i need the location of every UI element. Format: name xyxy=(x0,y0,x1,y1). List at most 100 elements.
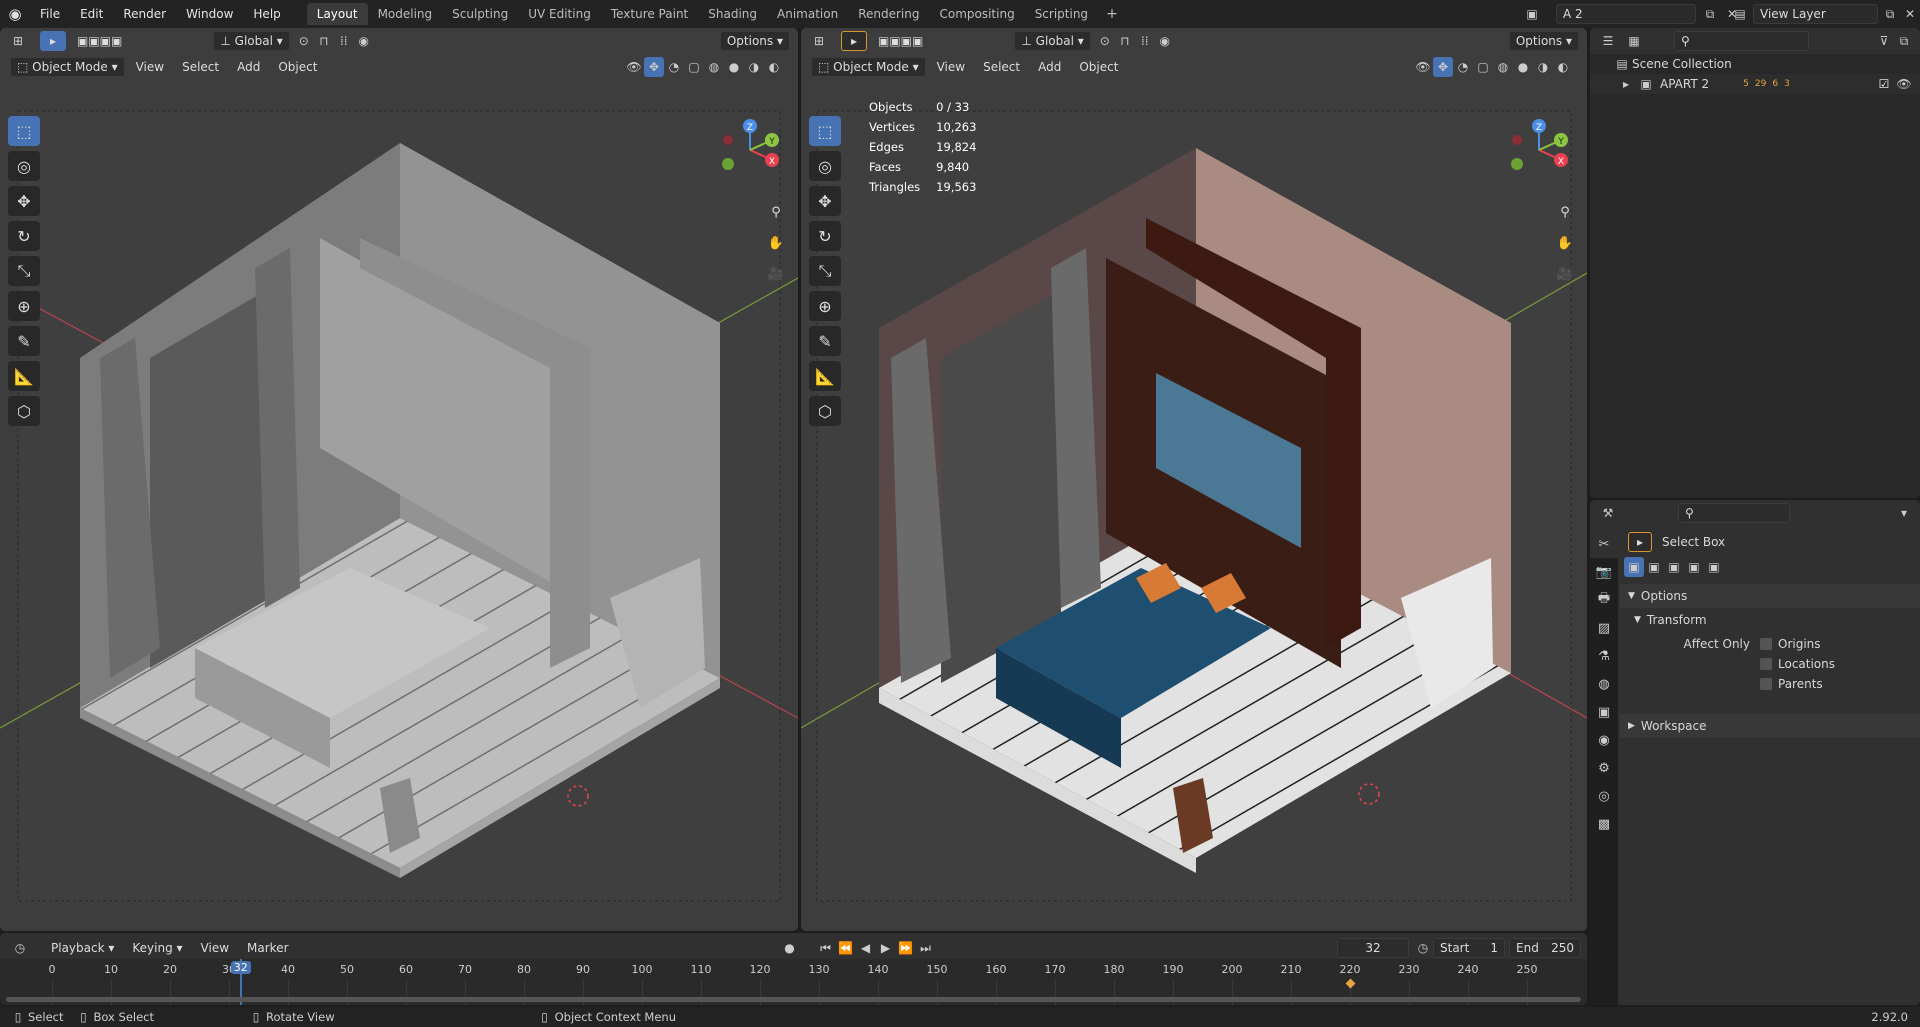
visibility-icon[interactable]: 👁 xyxy=(624,57,644,77)
transform-tool-icon[interactable]: ⊕ xyxy=(809,291,841,321)
render-tab-icon[interactable]: 📷 xyxy=(1590,558,1618,586)
rendered-shading-icon[interactable]: ◐ xyxy=(764,57,784,77)
navigation-gizmo[interactable]: Z X Y xyxy=(1507,118,1571,182)
transform-tool-icon[interactable]: ⊕ xyxy=(8,291,40,321)
mode-subtract-icon[interactable]: ▣ xyxy=(1664,557,1684,577)
record-icon[interactable]: ● xyxy=(780,938,800,958)
modifiers-tab-icon[interactable]: ◉ xyxy=(1590,726,1618,754)
jump-end-icon[interactable]: ⏭ xyxy=(916,938,936,958)
view-layer-tab-icon[interactable]: ▨ xyxy=(1590,614,1618,642)
editor-type-icon[interactable]: ⚒ xyxy=(1598,503,1618,523)
checkbox-icon[interactable]: ☑ xyxy=(1874,74,1894,94)
current-frame-field[interactable]: 32 xyxy=(1337,938,1409,958)
menu-file[interactable]: File xyxy=(30,0,70,28)
solid-shading-icon[interactable]: ● xyxy=(1513,57,1533,77)
eye-icon[interactable]: 👁 xyxy=(1894,74,1914,94)
viewport-right[interactable]: ⊞ ▸ ▣▣▣▣ ⊥ Global ▾ ⊙ ⊓ ⁞⁞ ◉ Options ▾ ⬚… xyxy=(801,28,1587,931)
select-box-tool-icon[interactable]: ⬚ xyxy=(809,116,841,146)
menu-window[interactable]: Window xyxy=(176,0,243,28)
solid-shading-icon[interactable]: ● xyxy=(724,57,744,77)
new-view-layer-icon[interactable]: ⧉ xyxy=(1880,4,1900,24)
clock-icon[interactable]: ◷ xyxy=(10,938,30,958)
options-dropdown[interactable]: Options ▾ xyxy=(719,31,790,51)
new-scene-icon[interactable]: ⧉ xyxy=(1700,4,1720,24)
material-shading-icon[interactable]: ◑ xyxy=(744,57,764,77)
selection-mode-icons[interactable]: ▣▣▣▣ xyxy=(70,31,129,51)
pan-hand-icon[interactable]: ✋ xyxy=(763,230,789,256)
blender-logo-icon[interactable]: ◉ xyxy=(0,0,30,28)
scene-icon[interactable]: ▣ xyxy=(1522,4,1542,24)
rendered-shading-icon[interactable]: ◐ xyxy=(1553,57,1573,77)
rotate-tool-icon[interactable]: ↻ xyxy=(8,221,40,251)
rotate-tool-icon[interactable]: ↻ xyxy=(809,221,841,251)
editor-type-icon[interactable]: ⊞ xyxy=(809,31,829,51)
proportional-edit-icon[interactable]: ◉ xyxy=(354,31,374,51)
editor-type-icon[interactable]: ☰ xyxy=(1598,31,1618,51)
snap-icon[interactable]: ⊓ xyxy=(1115,31,1135,51)
pivot-icon[interactable]: ⊙ xyxy=(294,31,314,51)
menu-select[interactable]: Select xyxy=(175,57,226,77)
keying-menu[interactable]: Keying ▾ xyxy=(125,938,189,958)
mode-dropdown[interactable]: ⬚ Object Mode ▾ xyxy=(10,57,125,77)
mode-difference-icon[interactable]: ▣ xyxy=(1684,557,1704,577)
transform-subsection-header[interactable]: ▼ Transform xyxy=(1634,608,1707,632)
timeline-view-menu[interactable]: View xyxy=(194,938,236,958)
options-section-header[interactable]: ▼ Options xyxy=(1620,584,1920,608)
scale-tool-icon[interactable]: ⤡ xyxy=(809,256,841,286)
output-tab-icon[interactable]: 🖶 xyxy=(1590,586,1618,614)
pivot-icon[interactable]: ⊙ xyxy=(1095,31,1115,51)
camera-icon[interactable]: 🎥 xyxy=(763,261,789,287)
menu-edit[interactable]: Edit xyxy=(70,0,113,28)
tab-layout[interactable]: Layout xyxy=(306,3,368,25)
cursor-tool-icon[interactable]: ◎ xyxy=(809,151,841,181)
view-layer-selector[interactable]: View Layer xyxy=(1753,4,1878,24)
end-frame-field[interactable]: End 250 xyxy=(1509,938,1581,958)
timeline-scrollbar[interactable] xyxy=(6,997,1581,1002)
outliner-row-scene-collection[interactable]: ▤ Scene Collection xyxy=(1612,54,1731,74)
overlays-icon[interactable]: ◔ xyxy=(664,57,684,77)
editor-type-icon[interactable]: ⊞ xyxy=(8,31,28,51)
view-layer-icon[interactable]: ▤ xyxy=(1730,4,1750,24)
add-cube-tool-icon[interactable]: ⬡ xyxy=(809,396,841,426)
next-keyframe-icon[interactable]: ⏩ xyxy=(896,938,916,958)
marker-menu[interactable]: Marker xyxy=(240,938,295,958)
wireframe-shading-icon[interactable]: ◍ xyxy=(1493,57,1513,77)
menu-view[interactable]: View xyxy=(129,57,171,77)
zoom-icon[interactable]: ⚲ xyxy=(763,199,789,225)
outliner-search-input[interactable]: ⚲ xyxy=(1674,31,1809,51)
menu-add[interactable]: Add xyxy=(1031,57,1068,77)
options-dropdown[interactable]: Options ▾ xyxy=(1508,31,1579,51)
add-workspace-button[interactable]: + xyxy=(1098,3,1126,25)
mode-extend-icon[interactable]: ▣ xyxy=(1644,557,1664,577)
zoom-icon[interactable]: ⚲ xyxy=(1552,199,1578,225)
outliner-row-apart2[interactable]: ▸ ▣ APART 2 5 29 6 3 ☑ 👁 xyxy=(1590,74,1920,94)
scale-tool-icon[interactable]: ⤡ xyxy=(8,256,40,286)
properties-search-input[interactable]: ⚲ xyxy=(1678,503,1790,523)
start-frame-field[interactable]: Start 1 xyxy=(1433,938,1505,958)
select-box-tool-icon[interactable]: ⬚ xyxy=(8,116,40,146)
object-tab-icon[interactable]: ▣ xyxy=(1590,698,1618,726)
orientation-dropdown[interactable]: ⊥ Global ▾ xyxy=(1014,31,1091,51)
particles-tab-icon[interactable]: ⚙ xyxy=(1590,754,1618,782)
selection-mode-icons[interactable]: ▣▣▣▣ xyxy=(871,31,930,51)
jump-start-icon[interactable]: ⏮ xyxy=(816,938,836,958)
keyframe-diamond[interactable] xyxy=(1345,978,1356,989)
move-tool-icon[interactable]: ✥ xyxy=(809,186,841,216)
tab-scripting[interactable]: Scripting xyxy=(1025,3,1098,25)
tab-texture-paint[interactable]: Texture Paint xyxy=(601,3,698,25)
tool-mode-icons[interactable]: ▣ ▣ ▣ ▣ ▣ xyxy=(1624,557,1724,577)
prev-keyframe-icon[interactable]: ⏪ xyxy=(836,938,856,958)
menu-select[interactable]: Select xyxy=(976,57,1027,77)
play-icon[interactable]: ▶ xyxy=(876,938,896,958)
tab-compositing[interactable]: Compositing xyxy=(929,3,1024,25)
gizmo-icon[interactable]: ✥ xyxy=(1433,57,1453,77)
world-tab-icon[interactable]: ◍ xyxy=(1590,670,1618,698)
annotate-tool-icon[interactable]: ✎ xyxy=(809,326,841,356)
orientation-dropdown[interactable]: ⊥ Global ▾ xyxy=(213,31,290,51)
playhead-frame-label[interactable]: 32 xyxy=(230,961,251,974)
menu-view[interactable]: View xyxy=(930,57,972,77)
gizmo-icon[interactable]: ✥ xyxy=(644,57,664,77)
add-cube-tool-icon[interactable]: ⬡ xyxy=(8,396,40,426)
scene-selector[interactable]: A 2 xyxy=(1556,4,1696,24)
chevron-down-icon[interactable]: ▾ xyxy=(1894,503,1914,523)
